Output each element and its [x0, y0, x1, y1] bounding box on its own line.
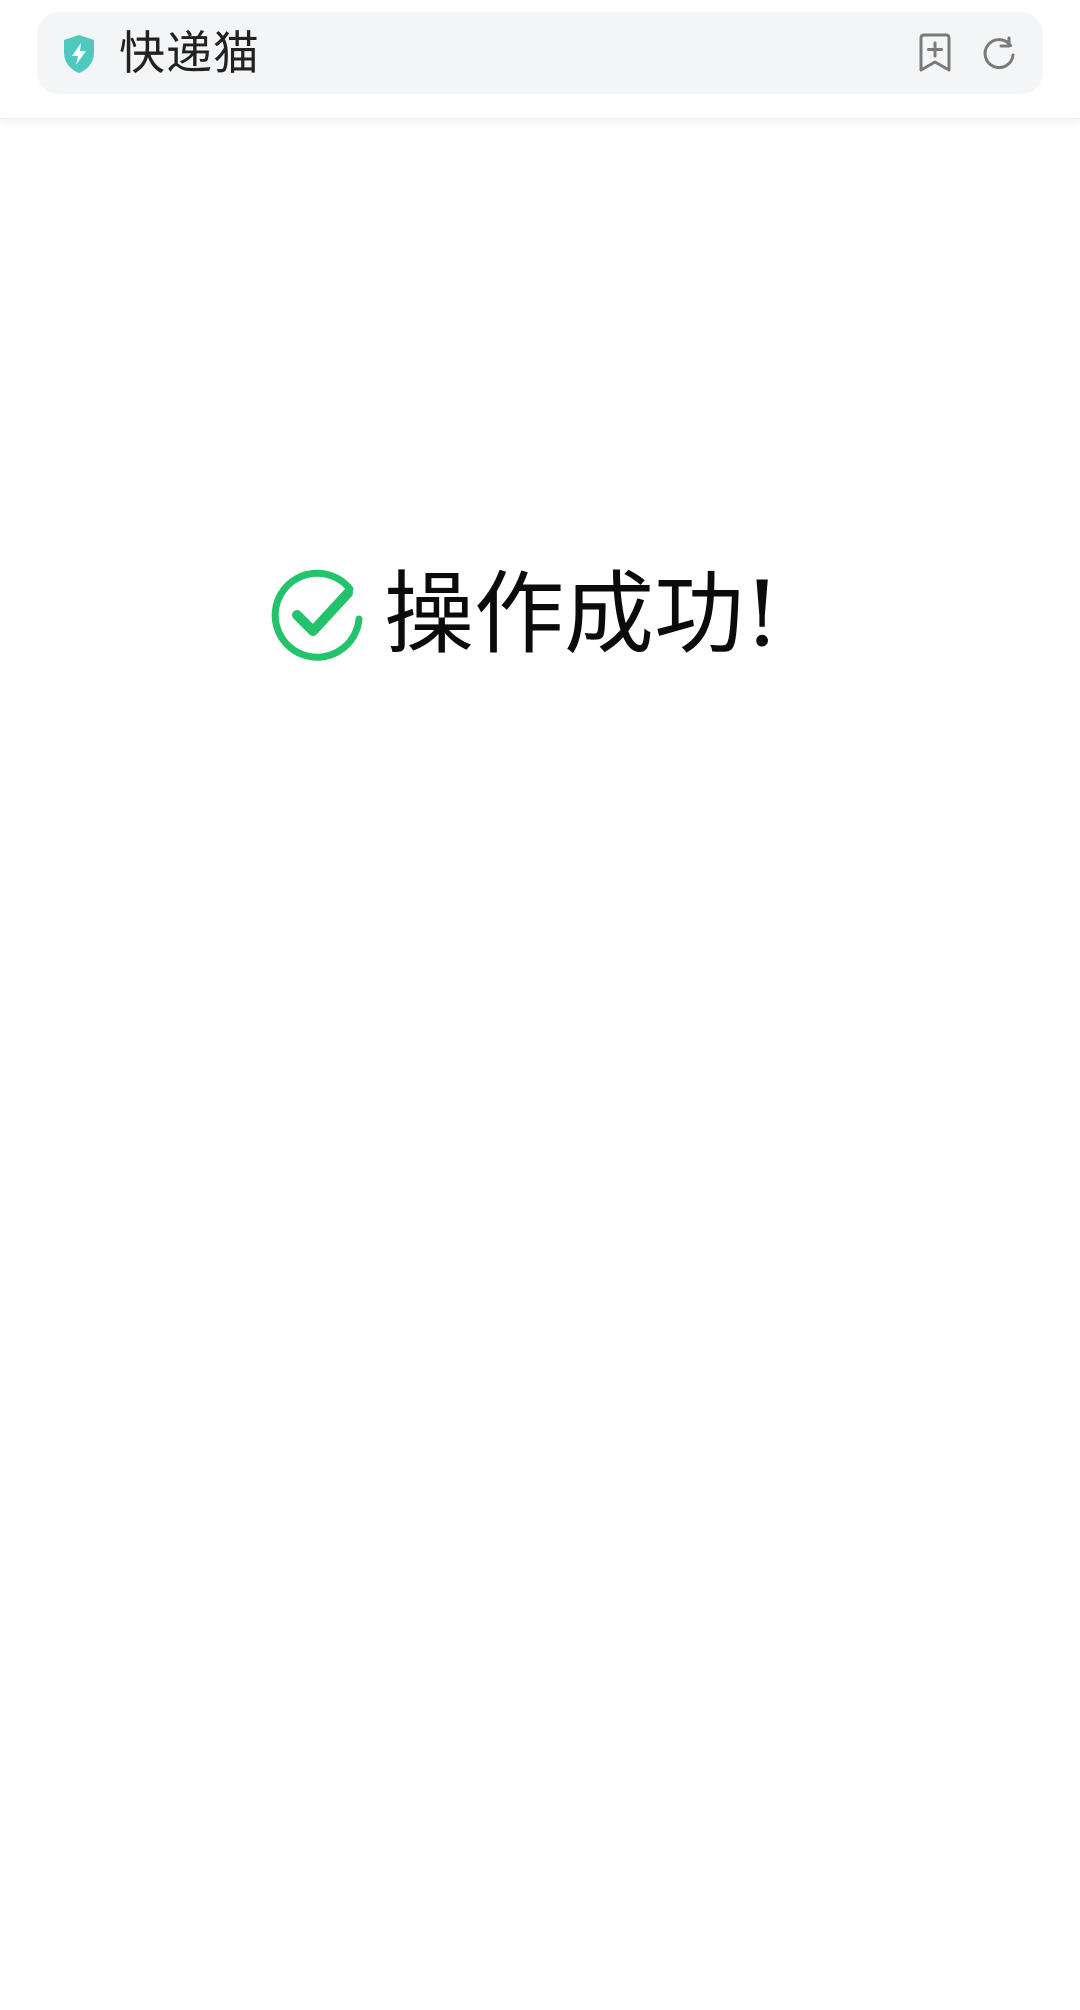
check-circle-icon [271, 569, 363, 661]
browser-top-bar: 快递猫 [0, 0, 1080, 119]
address-bar[interactable]: 快递猫 [37, 12, 1043, 94]
success-message: 操作成功! [268, 560, 780, 670]
site-title: 快递猫 [119, 26, 260, 80]
page-root: 快递猫 操作成功! [0, 0, 1080, 2010]
bookmark-button[interactable] [911, 29, 959, 77]
success-text: 操作成功! [384, 562, 781, 667]
refresh-icon [983, 36, 1015, 70]
shield-lightning-icon [64, 35, 94, 73]
bookmark-add-icon [919, 33, 951, 72]
refresh-button[interactable] [975, 29, 1023, 77]
